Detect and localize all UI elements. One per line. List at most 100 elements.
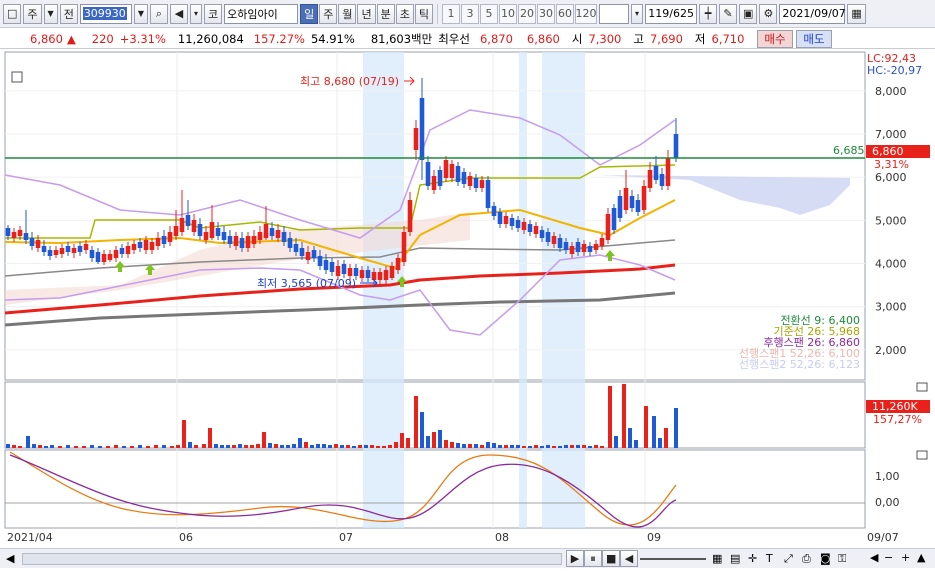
- stock-chart[interactable]: 2021/04 06 07 08 09 09/07 2,000 3,000 4,000 5,000…: [0, 50, 935, 568]
- volume-bar: [256, 444, 260, 448]
- period-button[interactable]: 일: [300, 3, 319, 24]
- market-select[interactable]: 전: [59, 3, 78, 24]
- candle-body: [329, 262, 335, 272]
- toolbar-divider: [436, 3, 438, 24]
- type-select[interactable]: 주: [23, 3, 42, 24]
- custom-interval-input[interactable]: [598, 3, 629, 24]
- volume-bar: [50, 445, 54, 448]
- volume-bar: [394, 442, 398, 448]
- date-input[interactable]: 2021/09/07: [779, 3, 846, 24]
- candle-body: [299, 248, 305, 256]
- candle-body: [215, 228, 221, 236]
- interval-button[interactable]: 30: [536, 3, 555, 24]
- view-mode-icon[interactable]: ▦: [712, 552, 722, 565]
- volume-bar: [622, 384, 626, 448]
- volume-bar: [262, 432, 266, 448]
- candle-body: [335, 266, 341, 276]
- period-button[interactable]: 주: [319, 3, 338, 24]
- crosshair-icon[interactable]: ✛: [748, 552, 757, 565]
- step-left-icon[interactable]: ◀: [620, 550, 638, 567]
- text-icon[interactable]: T: [766, 552, 773, 565]
- price-change: 220: [91, 31, 114, 46]
- volume-bar: [286, 445, 290, 448]
- pause-icon[interactable]: ⏸: [584, 550, 602, 567]
- print-icon[interactable]: ⎙: [802, 552, 811, 566]
- save-icon[interactable]: ▣: [739, 3, 758, 24]
- edit-icon[interactable]: ✎: [719, 3, 737, 24]
- interval-button[interactable]: 20: [517, 3, 536, 24]
- sell-button[interactable]: 매도: [796, 30, 832, 48]
- candle-body: [5, 228, 11, 236]
- current-price-tag: 6,860: [872, 145, 904, 158]
- play-icon[interactable]: ▶: [566, 550, 584, 567]
- grid-icon[interactable]: ▤: [730, 552, 740, 565]
- interval-dropdown-icon[interactable]: ▾: [630, 3, 643, 24]
- volume-bar: [658, 438, 662, 448]
- lock-icon[interactable]: ⚿: [838, 552, 846, 566]
- x-axis-label: 08: [495, 531, 509, 544]
- candle-body: [263, 224, 269, 238]
- zoom-out-icon[interactable]: −: [884, 551, 893, 564]
- search-icon[interactable]: ⌕: [149, 3, 168, 24]
- interval-button[interactable]: 10: [498, 3, 517, 24]
- scroll-left-end-icon[interactable]: ◀: [870, 551, 878, 564]
- candle-body: [431, 176, 437, 190]
- volume-bar: [480, 445, 484, 448]
- interval-button[interactable]: 3: [460, 3, 479, 24]
- interval-button-group: 1 3 5 10 20 30 60 120: [441, 3, 597, 24]
- period-button[interactable]: 초: [395, 3, 414, 24]
- dropdown-arrow-icon[interactable]: ▼: [43, 3, 58, 24]
- interval-button[interactable]: 5: [479, 3, 498, 24]
- window-menu-icon[interactable]: □: [3, 3, 22, 24]
- volume-bar: [18, 446, 22, 448]
- y-axis-label: 7,000: [875, 128, 907, 141]
- fit-icon[interactable]: ⤢: [784, 552, 793, 566]
- oscillator-tick-label: 0,00: [875, 496, 900, 509]
- volume-bar: [328, 445, 332, 448]
- period-button[interactable]: 년: [357, 3, 376, 24]
- speaker-dropdown-icon[interactable]: ▾: [189, 3, 202, 24]
- candle-body: [407, 200, 413, 232]
- candle-body: [557, 238, 563, 248]
- volume-bar: [498, 445, 502, 448]
- candle-body: [11, 232, 17, 238]
- chart-canvas[interactable]: 2021/04 06 07 08 09 09/07 2,000 3,000 4,000 5,000…: [0, 50, 935, 568]
- volume-bar: [588, 446, 592, 448]
- interval-button[interactable]: 60: [555, 3, 574, 24]
- volume-bar: [456, 443, 460, 448]
- interval-button[interactable]: 1: [441, 3, 460, 24]
- calendar-icon[interactable]: ▦: [847, 3, 866, 24]
- stop-icon[interactable]: ■: [602, 550, 621, 567]
- buy-button[interactable]: 매수: [757, 30, 793, 48]
- volume-bar: [534, 445, 538, 448]
- volume-bar: [400, 433, 404, 448]
- scroll-left-icon[interactable]: ◀: [6, 552, 14, 565]
- low-price: 6,710: [711, 31, 745, 46]
- code-dropdown-icon[interactable]: ▼: [133, 3, 148, 24]
- period-button[interactable]: 분: [376, 3, 395, 24]
- speaker-icon[interactable]: ◀: [169, 3, 188, 24]
- stock-code-input[interactable]: 309930: [79, 3, 132, 24]
- zoom-in-icon[interactable]: +: [901, 551, 910, 564]
- period-button[interactable]: 틱: [414, 3, 433, 24]
- settings-gear-icon[interactable]: ⚙: [759, 3, 778, 24]
- candle-body: [233, 236, 239, 246]
- volume-bar: [652, 416, 656, 448]
- candle-body: [173, 226, 179, 236]
- period-button[interactable]: 월: [338, 3, 357, 24]
- high-price: 7,690: [649, 31, 683, 46]
- maximize-icon[interactable]: ▲: [917, 551, 925, 564]
- zoom-slider[interactable]: [640, 558, 706, 560]
- horizontal-scrollbar[interactable]: [22, 553, 562, 565]
- indicator-icon[interactable]: ┿: [699, 3, 717, 24]
- candle-body: [65, 246, 71, 252]
- x-axis-label: 2021/04: [7, 531, 53, 544]
- interval-button[interactable]: 120: [574, 3, 597, 24]
- camera-icon[interactable]: ◙: [820, 552, 831, 565]
- volume-bar: [6, 444, 10, 448]
- candle-body: [521, 222, 527, 230]
- volume-bar: [274, 444, 278, 448]
- volume-bar: [114, 445, 118, 448]
- volume-bar: [250, 445, 254, 448]
- candle-body: [383, 270, 389, 280]
